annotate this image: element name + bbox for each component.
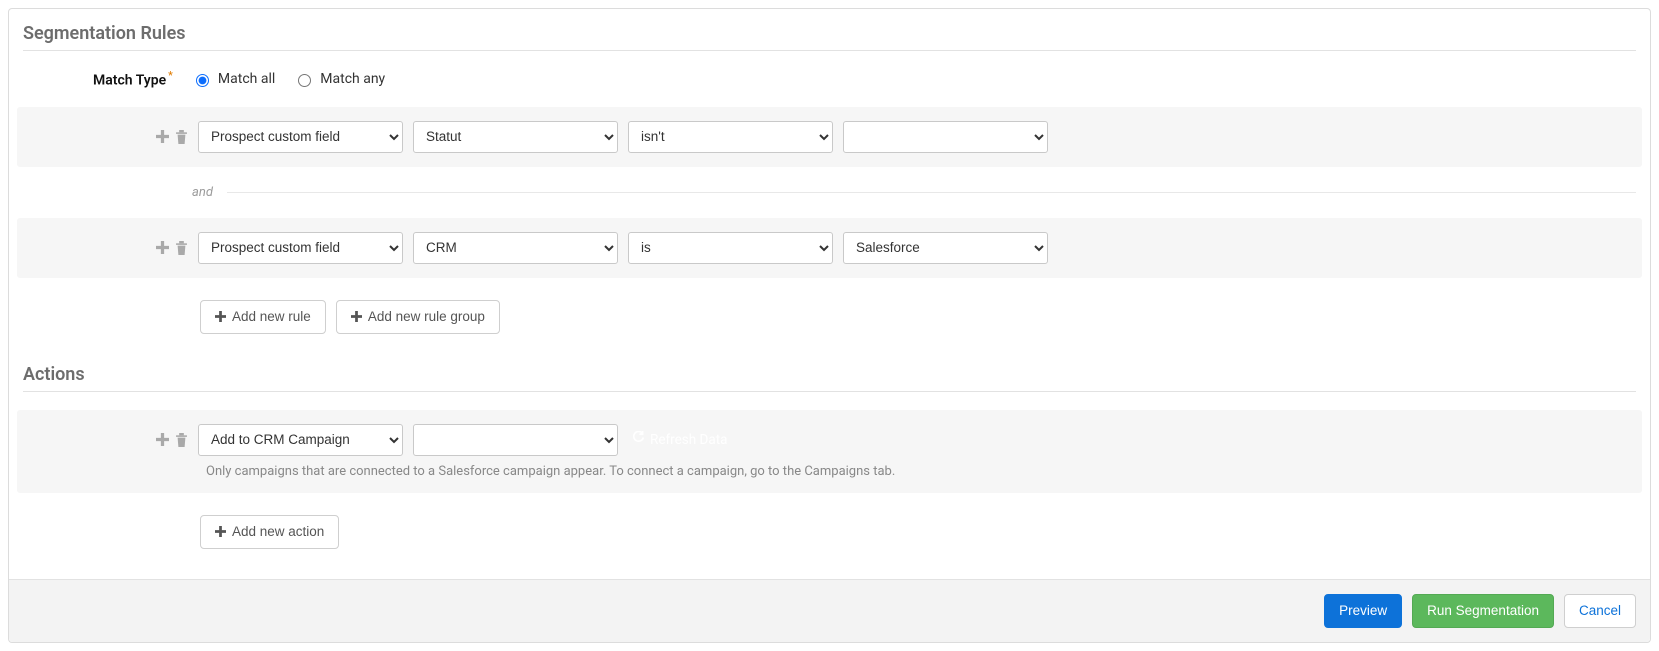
divider <box>23 391 1636 392</box>
action-row: Add to CRM Campaign Refresh Data Only ca… <box>17 410 1642 493</box>
rule-row-icons <box>23 130 188 144</box>
action-value-select[interactable] <box>413 424 618 456</box>
rule-field-name-select[interactable]: Statut <box>413 121 618 153</box>
refresh-icon <box>632 431 645 448</box>
rule-operator-select[interactable]: is <box>628 232 833 264</box>
add-new-rule-group-button[interactable]: Add new rule group <box>336 300 500 334</box>
rule-buttons-row: Add new rule Add new rule group <box>17 300 1642 334</box>
add-icon[interactable] <box>156 241 169 255</box>
match-type-label: Match Type* <box>93 69 173 89</box>
trash-icon[interactable] <box>175 130 188 144</box>
match-any-radio[interactable] <box>298 74 311 87</box>
action-row-icons <box>23 433 188 447</box>
connector-label: and <box>192 185 213 200</box>
plus-icon <box>215 311 226 322</box>
panel-body: Segmentation Rules Match Type* Match all… <box>9 9 1650 549</box>
panel-footer: Preview Run Segmentation Cancel <box>9 579 1650 642</box>
preview-button[interactable]: Preview <box>1324 594 1402 628</box>
add-icon[interactable] <box>156 130 169 144</box>
action-row-top: Add to CRM Campaign Refresh Data <box>23 424 1636 456</box>
plus-icon <box>351 311 362 322</box>
run-segmentation-button[interactable]: Run Segmentation <box>1412 594 1554 628</box>
segmentation-panel: Segmentation Rules Match Type* Match all… <box>8 8 1651 643</box>
required-star-icon: * <box>168 69 173 82</box>
rule-value-select[interactable] <box>843 121 1048 153</box>
add-action-label: Add new action <box>232 524 324 539</box>
rule-operator-select[interactable]: isn't <box>628 121 833 153</box>
match-any-label: Match any <box>320 71 385 87</box>
rule-field-type-select[interactable]: Prospect custom field <box>198 232 403 264</box>
add-icon[interactable] <box>156 433 169 447</box>
add-rule-label: Add new rule <box>232 309 311 324</box>
cancel-button[interactable]: Cancel <box>1564 594 1636 628</box>
action-type-select[interactable]: Add to CRM Campaign <box>198 424 403 456</box>
match-type-row: Match Type* Match all Match any <box>23 69 1636 89</box>
refresh-data-link[interactable]: Refresh Data <box>632 431 728 448</box>
rule-field-type-select[interactable]: Prospect custom field <box>198 121 403 153</box>
plus-icon <box>215 526 226 537</box>
rule-value-select[interactable]: Salesforce <box>843 232 1048 264</box>
rule-connector-row: and <box>17 185 1642 200</box>
actions-title: Actions <box>17 364 1642 391</box>
rule-row-icons <box>23 241 188 255</box>
match-all-label: Match all <box>218 71 275 87</box>
match-all-radio-wrap[interactable]: Match all <box>191 71 275 87</box>
rule-row: Prospect custom field Statut isn't <box>17 107 1642 167</box>
match-all-radio[interactable] <box>196 74 209 87</box>
rule-field-name-select[interactable]: CRM <box>413 232 618 264</box>
match-any-radio-wrap[interactable]: Match any <box>293 71 385 87</box>
trash-icon[interactable] <box>175 241 188 255</box>
add-new-action-button[interactable]: Add new action <box>200 515 339 549</box>
rule-row: Prospect custom field CRM is Salesforce <box>17 218 1642 278</box>
add-new-rule-button[interactable]: Add new rule <box>200 300 326 334</box>
action-buttons-row: Add new action <box>17 515 1642 549</box>
trash-icon[interactable] <box>175 433 188 447</box>
refresh-label: Refresh Data <box>650 432 728 448</box>
segmentation-rules-title: Segmentation Rules <box>17 23 1642 50</box>
add-group-label: Add new rule group <box>368 309 485 324</box>
divider <box>23 50 1636 51</box>
connector-line <box>227 192 1636 193</box>
actions-help-text: Only campaigns that are connected to a S… <box>23 456 1636 479</box>
